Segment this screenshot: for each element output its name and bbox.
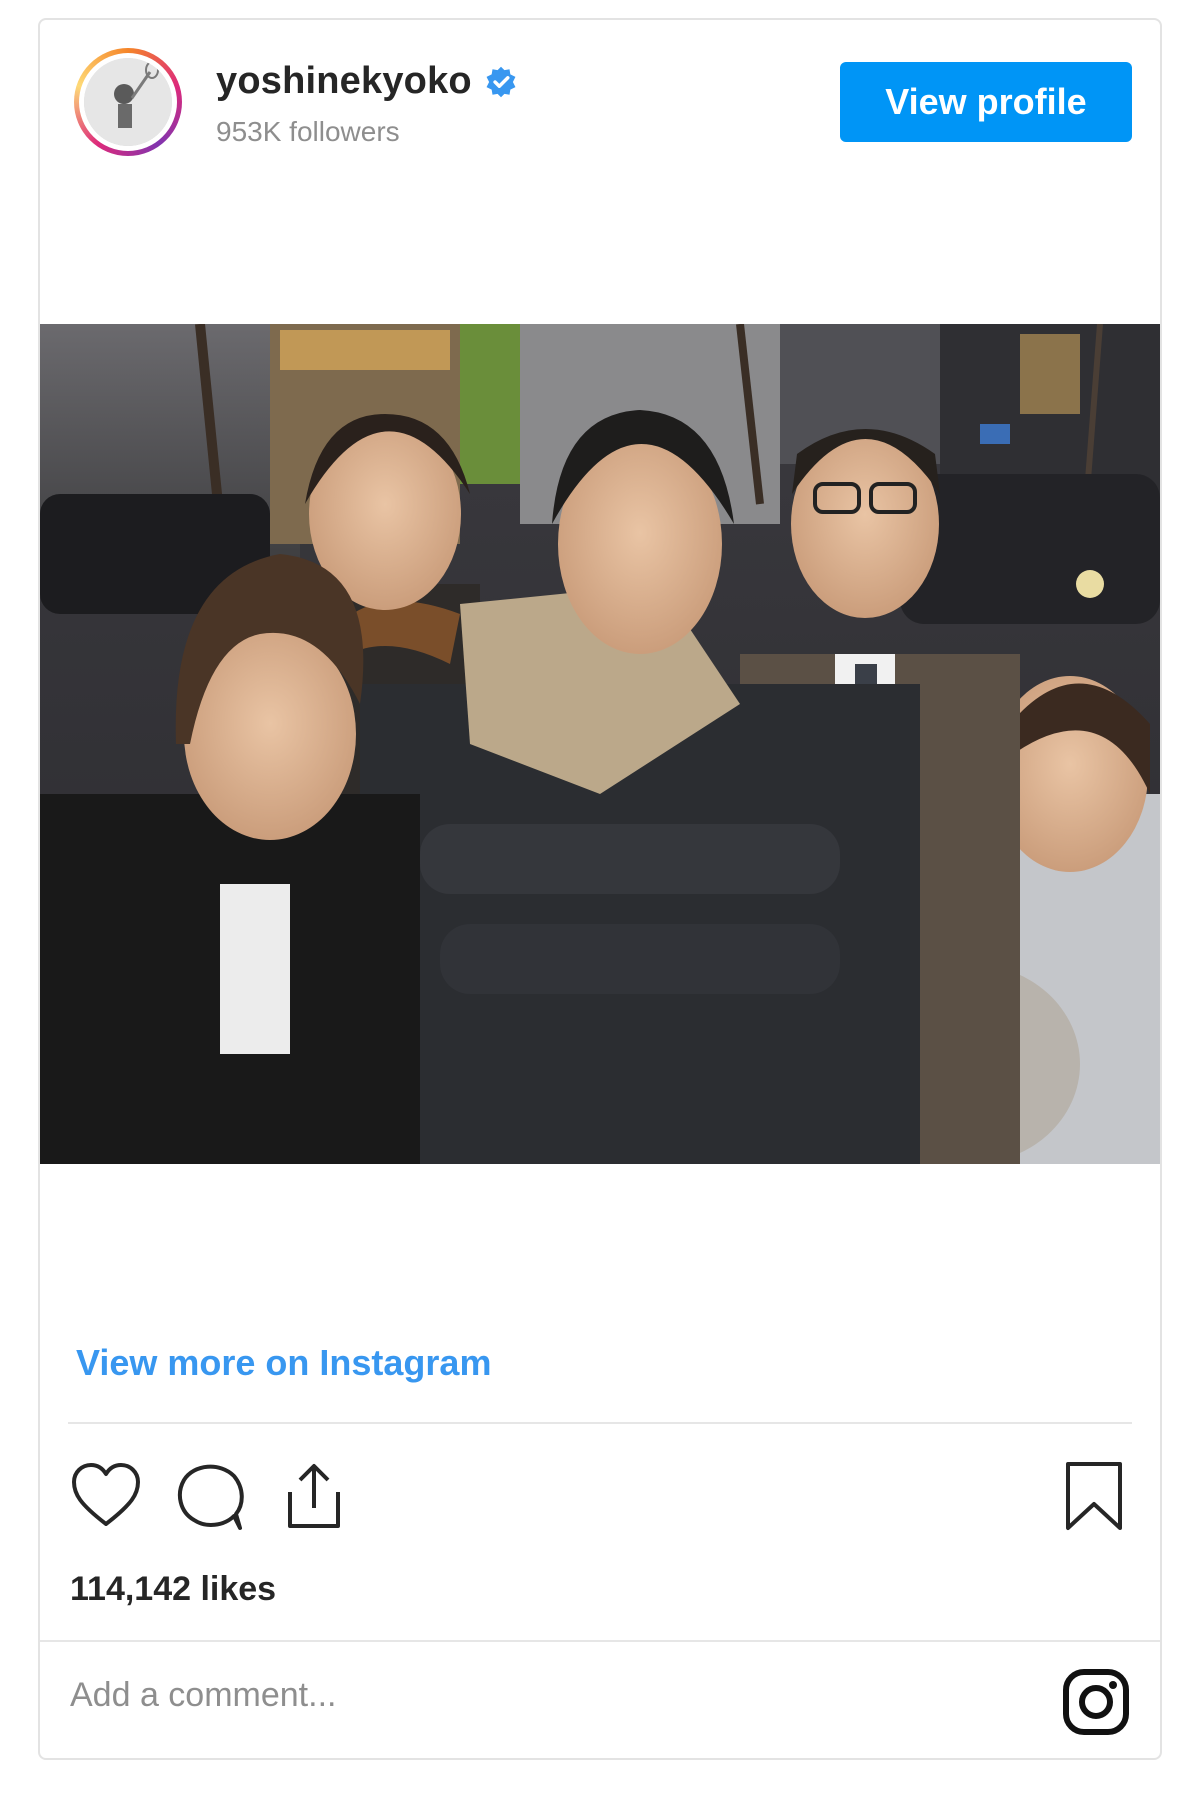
follower-count: 953K followers [216, 116, 400, 147]
post-image [40, 324, 1160, 1164]
avatar[interactable] [74, 48, 182, 156]
username[interactable]: yoshinekyoko [216, 60, 472, 103]
like-count: 114,142 likes [70, 1570, 277, 1608]
post-header: yoshinekyoko 953K followers View profile [40, 20, 1160, 170]
comment-icon[interactable] [172, 1458, 248, 1534]
view-profile-button[interactable]: View profile [840, 62, 1132, 142]
comment-input[interactable]: Add a comment... [70, 1676, 336, 1715]
view-more-link[interactable]: View more on Instagram [76, 1342, 491, 1384]
instagram-logo-icon[interactable] [1062, 1668, 1130, 1736]
comment-bar: Add a comment... [40, 1640, 1160, 1762]
bookmark-icon[interactable] [1056, 1458, 1132, 1534]
action-bar [68, 1458, 1132, 1548]
instagram-embed-card: yoshinekyoko 953K followers View profile [38, 18, 1162, 1760]
heart-icon[interactable] [68, 1458, 144, 1534]
post-photo[interactable] [40, 324, 1160, 1164]
divider [68, 1422, 1132, 1424]
avatar-image [84, 58, 172, 146]
verified-badge-icon [486, 66, 516, 97]
share-icon[interactable] [276, 1458, 352, 1534]
